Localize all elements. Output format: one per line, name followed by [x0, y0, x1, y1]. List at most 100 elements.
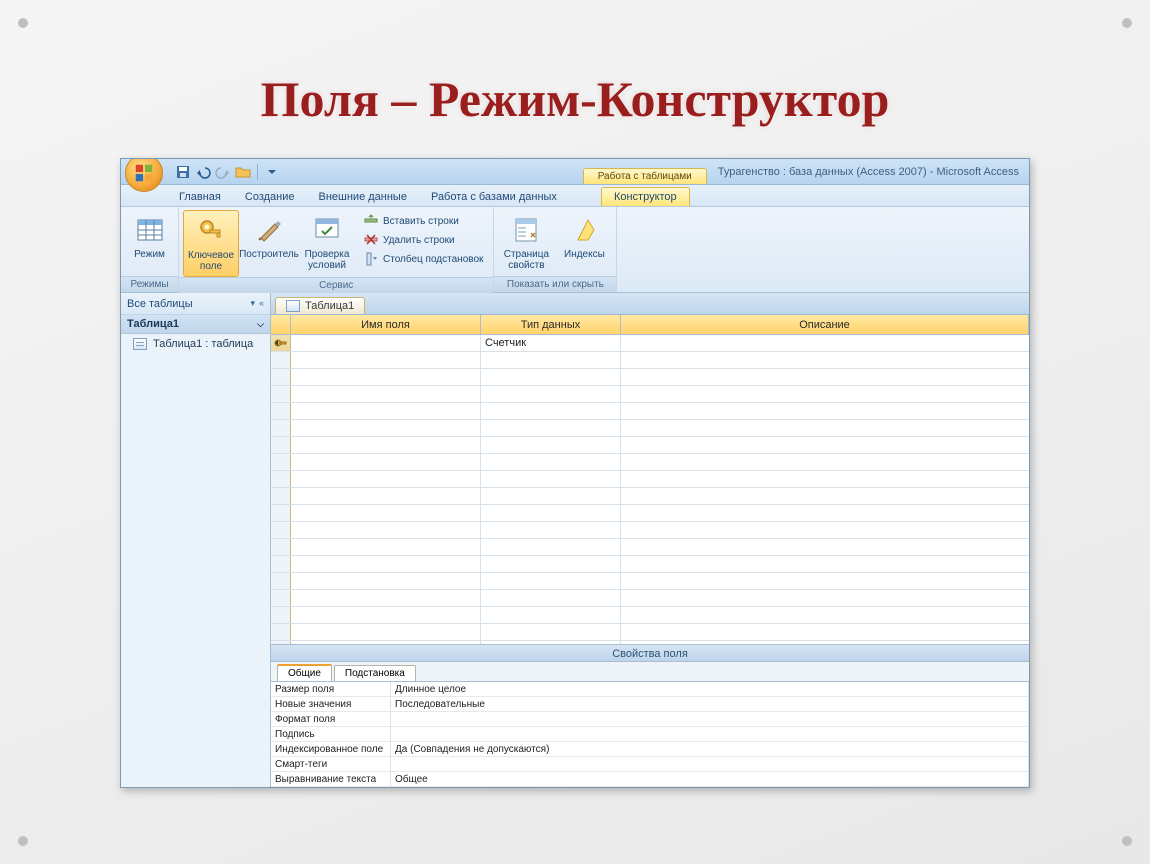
row-selector[interactable] — [271, 471, 291, 487]
validation-button[interactable]: Проверка условий — [299, 210, 355, 277]
field-name-cell[interactable] — [291, 386, 481, 402]
row-selector[interactable] — [271, 403, 291, 419]
tab-design[interactable]: Конструктор — [601, 187, 690, 206]
field-name-cell[interactable] — [291, 573, 481, 589]
design-grid-row[interactable]: Счетчик — [271, 335, 1029, 352]
nav-group[interactable]: Таблица1 ⌵ — [121, 315, 270, 334]
qat-dropdown-icon[interactable] — [264, 164, 280, 180]
row-selector[interactable] — [271, 556, 291, 572]
field-type-cell[interactable] — [481, 607, 621, 623]
row-selector[interactable] — [271, 505, 291, 521]
field-name-cell[interactable] — [291, 454, 481, 470]
property-sheet-button[interactable]: Страница свойств — [498, 210, 554, 276]
field-desc-cell[interactable] — [621, 522, 1029, 538]
design-grid-row[interactable] — [271, 624, 1029, 641]
office-button[interactable] — [125, 158, 163, 192]
row-selector[interactable] — [271, 488, 291, 504]
field-desc-cell[interactable] — [621, 624, 1029, 640]
field-type-cell[interactable] — [481, 556, 621, 572]
undo-icon[interactable] — [195, 164, 211, 180]
field-name-cell[interactable] — [291, 522, 481, 538]
field-type-cell[interactable] — [481, 369, 621, 385]
folder-icon[interactable] — [235, 164, 251, 180]
field-name-cell[interactable] — [291, 556, 481, 572]
indexes-button[interactable]: Индексы — [556, 210, 612, 276]
redo-icon[interactable] — [215, 164, 231, 180]
field-name-cell[interactable] — [291, 420, 481, 436]
primary-key-button[interactable]: Ключевое поле — [183, 210, 239, 277]
field-desc-cell[interactable] — [621, 556, 1029, 572]
design-grid-row[interactable] — [271, 369, 1029, 386]
design-grid-row[interactable] — [271, 454, 1029, 471]
field-desc-cell[interactable] — [621, 573, 1029, 589]
field-type-cell[interactable] — [481, 624, 621, 640]
row-selector[interactable] — [271, 522, 291, 538]
row-selector[interactable] — [271, 386, 291, 402]
property-value[interactable]: Да (Совпадения не допускаются) — [391, 742, 1029, 757]
collapse-group-icon[interactable]: ⌵ — [257, 319, 264, 330]
field-type-cell[interactable] — [481, 539, 621, 555]
field-name-cell[interactable] — [291, 335, 481, 351]
field-desc-cell[interactable] — [621, 369, 1029, 385]
column-header-description[interactable]: Описание — [621, 315, 1029, 335]
field-desc-cell[interactable] — [621, 488, 1029, 504]
field-desc-cell[interactable] — [621, 352, 1029, 368]
field-desc-cell[interactable] — [621, 607, 1029, 623]
property-value[interactable] — [391, 712, 1029, 727]
field-type-cell[interactable] — [481, 386, 621, 402]
tab-create[interactable]: Создание — [233, 188, 307, 206]
field-desc-cell[interactable] — [621, 539, 1029, 555]
field-name-cell[interactable] — [291, 403, 481, 419]
view-mode-button[interactable]: Режим — [125, 210, 174, 276]
row-selector[interactable] — [271, 369, 291, 385]
field-name-cell[interactable] — [291, 590, 481, 606]
design-grid-row[interactable] — [271, 437, 1029, 454]
properties-tab-lookup[interactable]: Подстановка — [334, 665, 416, 681]
field-type-cell[interactable] — [481, 488, 621, 504]
row-selector[interactable] — [271, 624, 291, 640]
field-desc-cell[interactable] — [621, 420, 1029, 436]
field-name-cell[interactable] — [291, 607, 481, 623]
tab-home[interactable]: Главная — [167, 188, 233, 206]
dropdown-icon[interactable]: ▾ — [250, 298, 255, 309]
field-desc-cell[interactable] — [621, 403, 1029, 419]
column-header-fieldname[interactable]: Имя поля — [291, 315, 481, 335]
lookup-column-button[interactable]: Столбец подстановок — [361, 250, 485, 268]
properties-tab-general[interactable]: Общие — [277, 664, 332, 681]
field-name-cell[interactable] — [291, 369, 481, 385]
field-type-cell[interactable] — [481, 522, 621, 538]
tab-external-data[interactable]: Внешние данные — [307, 188, 419, 206]
row-selector[interactable] — [271, 539, 291, 555]
row-selector[interactable] — [271, 437, 291, 453]
field-name-cell[interactable] — [291, 539, 481, 555]
design-grid-row[interactable] — [271, 556, 1029, 573]
row-selector-key[interactable] — [271, 335, 291, 351]
property-value[interactable]: Общее — [391, 772, 1029, 787]
field-name-cell[interactable] — [291, 352, 481, 368]
field-name-cell[interactable] — [291, 505, 481, 521]
field-type-cell[interactable] — [481, 471, 621, 487]
design-grid-row[interactable] — [271, 522, 1029, 539]
property-value[interactable] — [391, 757, 1029, 772]
field-desc-cell[interactable] — [621, 437, 1029, 453]
field-desc-cell[interactable] — [621, 505, 1029, 521]
property-value[interactable]: Последовательные — [391, 697, 1029, 712]
row-selector[interactable] — [271, 454, 291, 470]
field-type-cell[interactable] — [481, 590, 621, 606]
design-grid-row[interactable] — [271, 539, 1029, 556]
design-grid-row[interactable] — [271, 386, 1029, 403]
field-desc-cell[interactable] — [621, 590, 1029, 606]
nav-item-table1[interactable]: Таблица1 : таблица — [121, 334, 270, 354]
design-grid-row[interactable] — [271, 352, 1029, 369]
field-type-cell[interactable] — [481, 505, 621, 521]
field-desc-cell[interactable] — [621, 454, 1029, 470]
field-type-cell[interactable] — [481, 573, 621, 589]
design-grid-row[interactable] — [271, 573, 1029, 590]
save-icon[interactable] — [175, 164, 191, 180]
design-grid-row[interactable] — [271, 403, 1029, 420]
nav-pane-header[interactable]: Все таблицы ▾ « — [121, 293, 270, 315]
column-header-datatype[interactable]: Тип данных — [481, 315, 621, 335]
field-type-cell[interactable] — [481, 420, 621, 436]
field-name-cell[interactable] — [291, 624, 481, 640]
design-grid-row[interactable] — [271, 471, 1029, 488]
